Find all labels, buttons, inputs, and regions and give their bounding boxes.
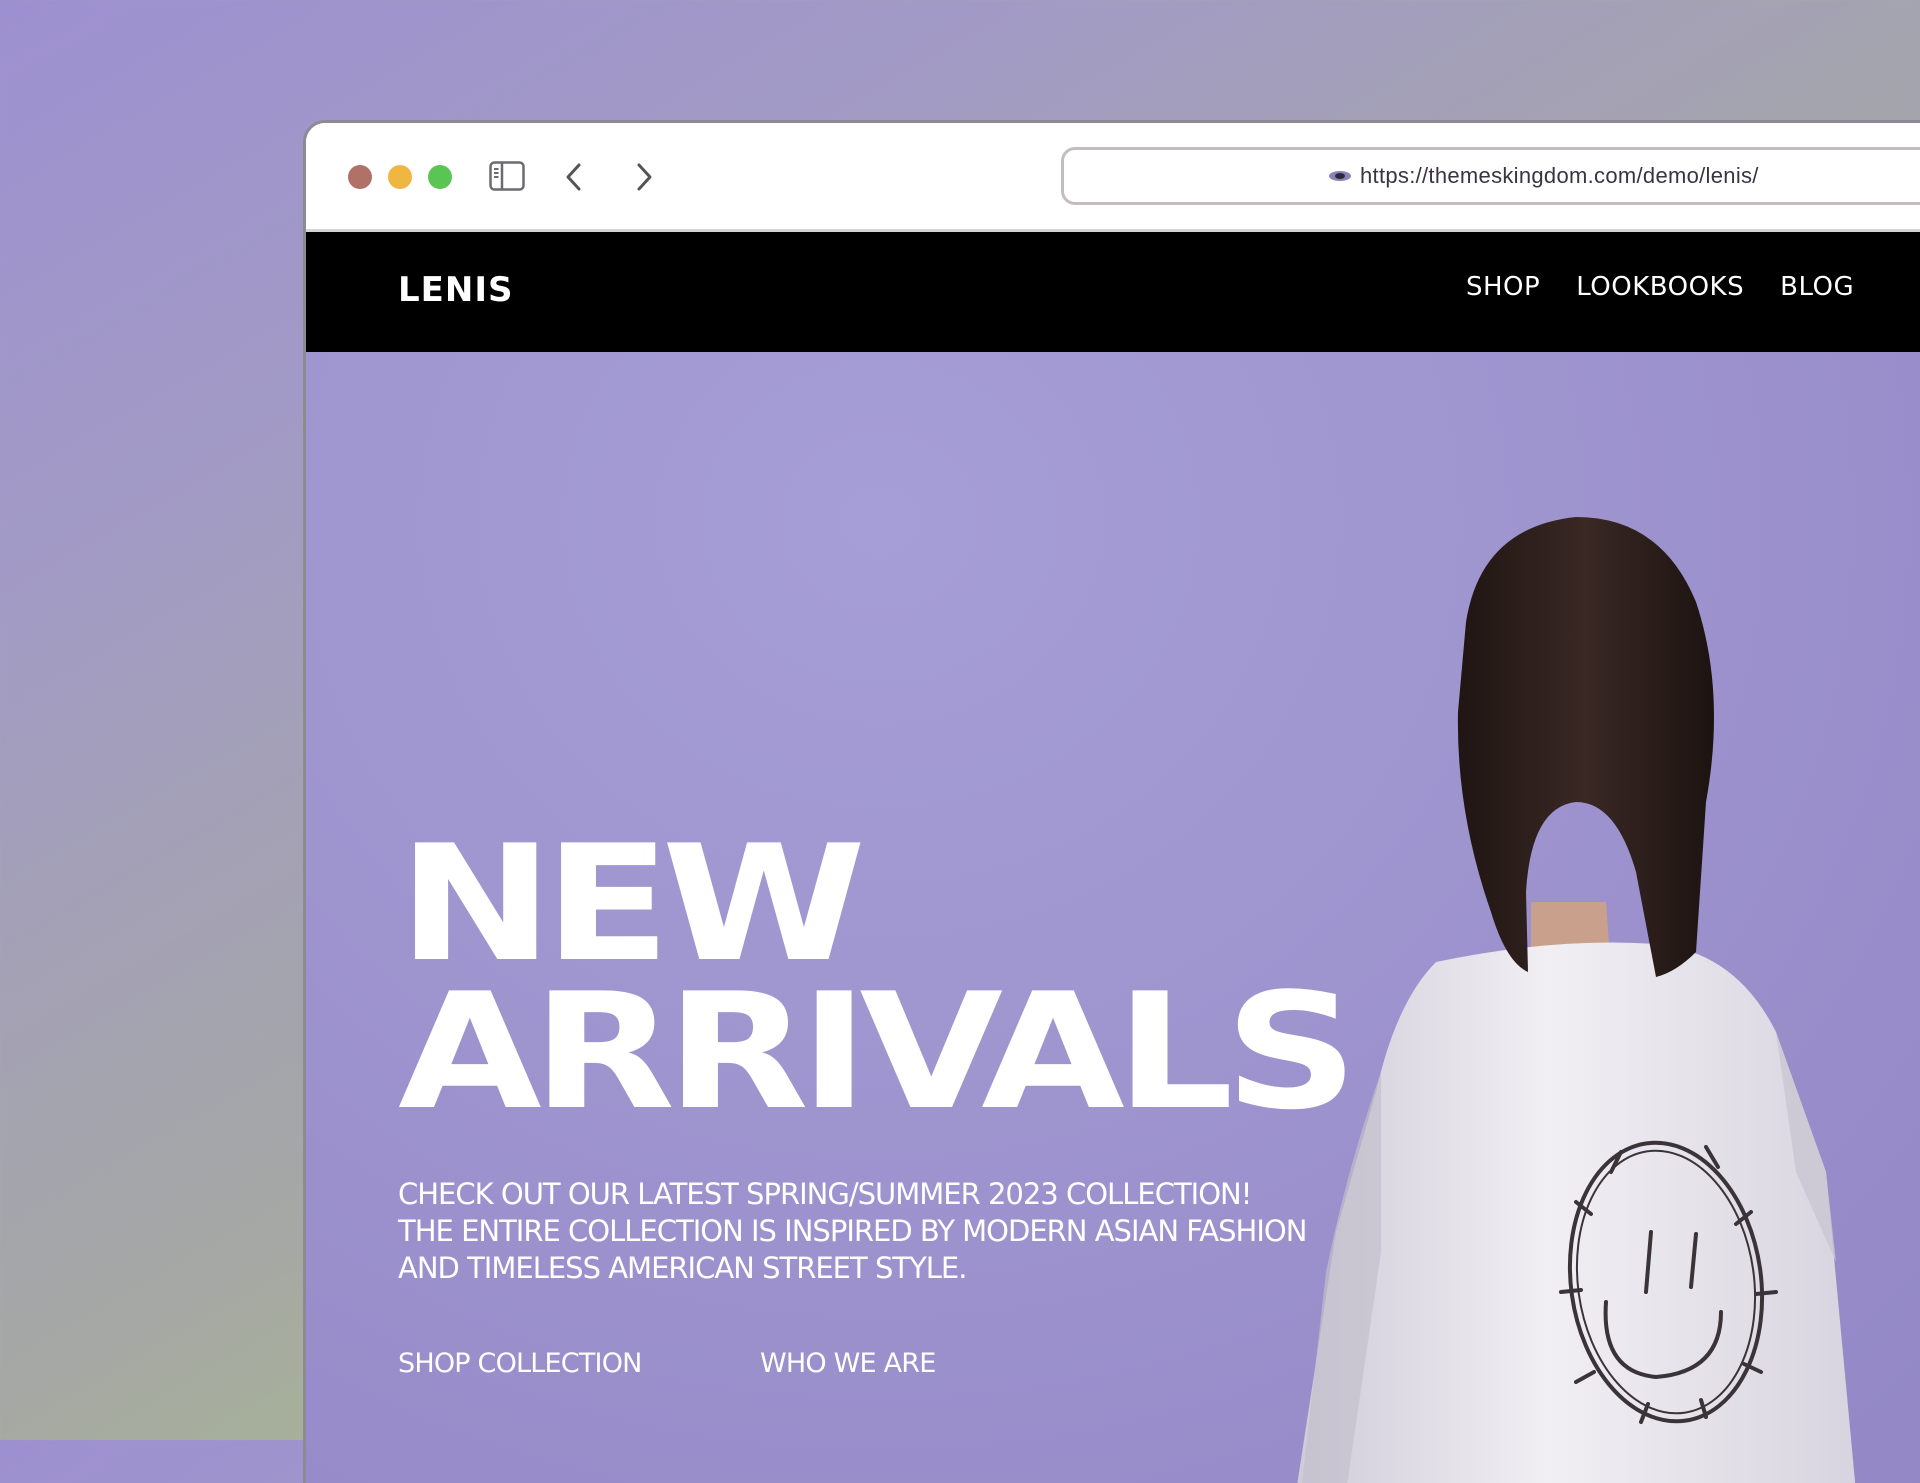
- browser-toolbar: https://themeskingdom.com/demo/lenis/: [306, 123, 1920, 232]
- site-favicon-icon: [1329, 171, 1351, 181]
- main-menu: SHOP LOOKBOOKS BLOG: [1466, 272, 1854, 302]
- browser-window: https://themeskingdom.com/demo/lenis/ LE…: [303, 120, 1920, 1483]
- menu-item-lookbooks[interactable]: LOOKBOOKS: [1576, 272, 1744, 302]
- hero-description: CHECK OUT OUR LATEST SPRING/SUMMER 2023 …: [398, 1176, 1498, 1287]
- shop-collection-link[interactable]: SHOP COLLECTION: [398, 1348, 642, 1379]
- hero-headline: NEW ARRIVALS: [398, 810, 1358, 1145]
- address-bar[interactable]: https://themeskingdom.com/demo/lenis/: [1061, 147, 1920, 205]
- site-logo[interactable]: LENIS: [398, 270, 513, 310]
- menu-item-shop[interactable]: SHOP: [1466, 272, 1540, 302]
- who-we-are-link[interactable]: WHO WE ARE: [760, 1348, 936, 1379]
- window-controls: [348, 165, 452, 189]
- chevron-right-icon[interactable]: [634, 161, 654, 193]
- site-header: LENIS SHOP LOOKBOOKS BLOG: [306, 232, 1920, 352]
- description-line-3: AND TIMELESS AMERICAN STREET STYLE.: [398, 1251, 967, 1285]
- description-line-1: CHECK OUT OUR LATEST SPRING/SUMMER 2023 …: [398, 1177, 1252, 1211]
- menu-item-blog[interactable]: BLOG: [1780, 272, 1854, 302]
- description-line-2: THE ENTIRE COLLECTION IS INSPIRED BY MOD…: [398, 1214, 1307, 1248]
- url-text[interactable]: https://themeskingdom.com/demo/lenis/: [1360, 163, 1759, 189]
- minimize-window-button[interactable]: [388, 165, 412, 189]
- maximize-window-button[interactable]: [428, 165, 452, 189]
- headline-line-2: ARRIVALS: [398, 958, 1358, 1145]
- hero-section: NEW ARRIVALS CHECK OUT OUR LATEST SPRING…: [306, 352, 1920, 1483]
- chevron-left-icon[interactable]: [564, 161, 584, 193]
- headline-line-1: NEW: [398, 810, 866, 997]
- close-window-button[interactable]: [348, 165, 372, 189]
- sidebar-toggle-icon[interactable]: [489, 161, 525, 191]
